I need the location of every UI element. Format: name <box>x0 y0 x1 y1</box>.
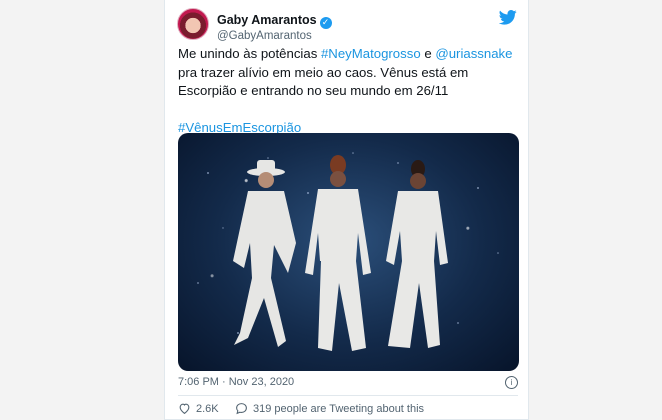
photo-figures <box>197 152 499 351</box>
speech-bubble-icon <box>236 403 247 415</box>
like-count: 2.6K <box>196 402 219 415</box>
tweet-meta: 7:06 PM · Nov 23, 2020 i <box>178 376 518 390</box>
info-icon[interactable]: i <box>505 376 518 389</box>
verified-badge-icon: ✓ <box>319 17 332 29</box>
tweet-photo[interactable] <box>178 133 519 371</box>
tweet-card: Gaby Amarantos ✓ @GabyAmarantos Me unindo… <box>164 0 529 420</box>
tweeting-about-link[interactable]: 319 people are Tweeting about this <box>235 402 424 415</box>
text-segment: Me unindo às potências <box>178 46 321 61</box>
tweet-header: Gaby Amarantos ✓ @GabyAmarantos <box>177 8 517 42</box>
divider <box>178 395 518 396</box>
text-segment: e <box>420 46 436 61</box>
hashtag-link[interactable]: #NeyMatogrosso <box>321 46 421 61</box>
display-name[interactable]: Gaby Amarantos <box>217 13 317 27</box>
heart-icon <box>179 403 190 415</box>
timestamp-link[interactable]: 7:06 PM · Nov 23, 2020 <box>178 376 294 388</box>
text-segment: pra trazer alívio em meio ao caos. Vênus… <box>178 64 469 99</box>
handle[interactable]: @GabyAmarantos <box>217 30 332 42</box>
tweeting-about-text: 319 people are Tweeting about this <box>253 402 425 415</box>
author-info[interactable]: Gaby Amarantos ✓ @GabyAmarantos <box>217 11 332 42</box>
like-button[interactable]: 2.6K <box>178 402 219 415</box>
avatar[interactable] <box>177 8 209 40</box>
tweet-actions: 2.6K 319 people are Tweeting about this <box>178 402 518 418</box>
tweet-text: Me unindo às potências #NeyMatogrosso e … <box>178 45 518 137</box>
twitter-bird-icon[interactable] <box>499 10 517 25</box>
mention-link[interactable]: @uriassnake <box>435 46 512 61</box>
